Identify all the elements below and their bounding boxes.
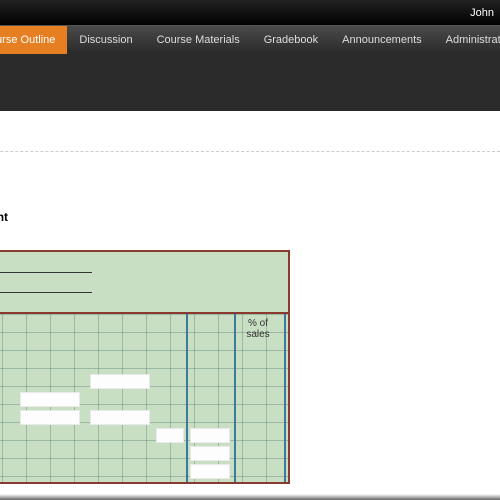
data-cell[interactable] — [90, 410, 150, 425]
worksheet-header — [0, 252, 288, 314]
data-cell[interactable] — [90, 374, 150, 389]
section-heading: e Statement — [0, 210, 500, 224]
top-user-bar: John — [0, 0, 500, 26]
open-window-link[interactable]: ndow. — [0, 172, 500, 184]
nav-administration[interactable]: Administration — [434, 26, 500, 54]
worksheet-grid: % of sales — [0, 314, 288, 482]
nav-course-outline[interactable]: Course Outline — [0, 26, 67, 54]
page-title: oblem — [0, 68, 500, 89]
data-cell[interactable] — [20, 392, 80, 407]
user-name: John — [470, 7, 494, 19]
worksheet: % of sales — [0, 250, 290, 484]
bottom-shadow — [0, 494, 500, 500]
header-blank-line-1[interactable] — [0, 272, 92, 273]
nav-gradebook[interactable]: Gradebook — [252, 26, 330, 54]
nav-discussion[interactable]: Discussion — [67, 26, 144, 54]
data-cell[interactable] — [190, 428, 230, 443]
nav-course-materials[interactable]: Course Materials — [145, 26, 252, 54]
data-cell[interactable] — [20, 410, 80, 425]
data-cell[interactable] — [190, 464, 230, 479]
main-nav: Course Outline Discussion Course Materia… — [0, 26, 500, 54]
data-cell[interactable] — [190, 446, 230, 461]
page-header: oblem — [0, 54, 500, 111]
section-divider — [0, 151, 500, 152]
data-cell[interactable] — [156, 428, 184, 443]
nav-announcements[interactable]: Announcements — [330, 26, 434, 54]
column-label-pct-sales: % of sales — [236, 318, 280, 340]
header-blank-line-2[interactable] — [0, 292, 92, 293]
